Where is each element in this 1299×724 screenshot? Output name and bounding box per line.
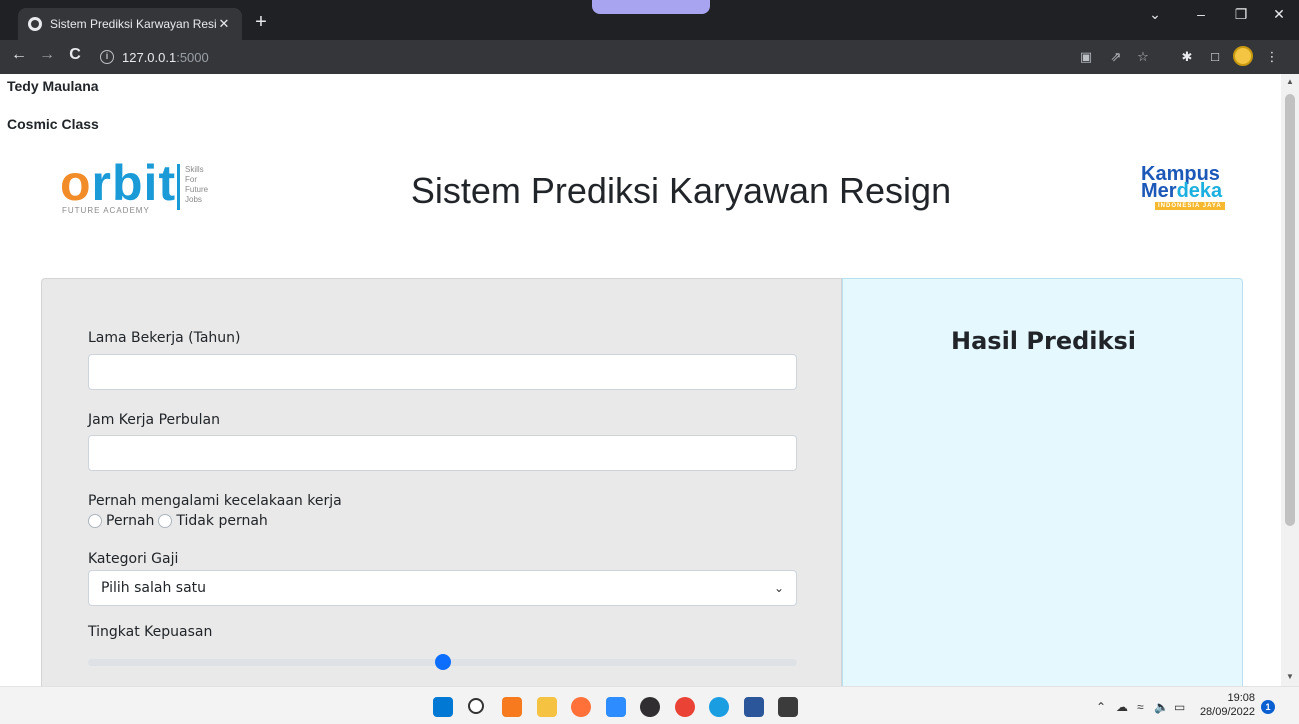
class-name: Cosmic Class	[7, 116, 99, 132]
extensions-icon[interactable]: ✱	[1178, 49, 1196, 65]
scroll-up-icon[interactable]: ▲	[1281, 77, 1299, 86]
cloud-icon[interactable]: ☁	[1116, 700, 1128, 714]
minimize-button[interactable]: –	[1181, 6, 1221, 22]
share-icon[interactable]: ⇗	[1107, 49, 1125, 65]
gaji-selected-value: Pilih salah satu	[101, 580, 207, 596]
windows-taskbar: ⌃ ☁ ≈ 🔈 ▭ 19:08 28/09/2022 1	[0, 686, 1299, 724]
obs-icon[interactable]	[640, 697, 660, 717]
scroll-down-icon[interactable]: ▼	[1281, 672, 1299, 681]
jam-kerja-input[interactable]	[88, 435, 797, 471]
lama-bekerja-label: Lama Bekerja (Tahun)	[88, 330, 241, 346]
radio-tidak-pernah-label[interactable]: Tidak pernah	[176, 513, 267, 529]
menu-kebab-icon[interactable]: ⋮	[1263, 49, 1281, 65]
browser-tab-strip: Sistem Prediksi Karwayan Resign ✕ + ⌄ – …	[0, 0, 1299, 40]
page-title: Sistem Prediksi Karyawan Resign	[410, 170, 952, 211]
new-tab-button[interactable]: +	[250, 12, 272, 34]
kecelakaan-label: Pernah mengalami kecelakaan kerja	[88, 493, 342, 509]
file-explorer-icon[interactable]	[536, 697, 557, 717]
radio-tidak-pernah[interactable]	[158, 514, 173, 528]
kampus-merdeka-logo: Kampus Merdeka INDONESIA JAYA	[1125, 162, 1235, 212]
system-clock[interactable]: 19:08 28/09/2022	[1193, 691, 1255, 719]
url-port: :5000	[176, 49, 209, 65]
clock-date: 28/09/2022	[1199, 706, 1255, 718]
chevron-down-icon: ⌄	[773, 581, 784, 595]
windows-start-icon[interactable]	[433, 697, 453, 717]
gaji-select[interactable]: Pilih salah satu ⌄	[88, 570, 797, 606]
window-close-button[interactable]: ✕	[1259, 6, 1299, 23]
profile-avatar[interactable]	[1233, 46, 1253, 66]
author-name: Tedy Maulana	[7, 78, 99, 94]
forward-icon[interactable]: →	[36, 46, 58, 64]
reload-icon[interactable]: C	[64, 46, 86, 64]
scrollbar-thumb[interactable]	[1285, 94, 1295, 526]
search-icon[interactable]	[467, 698, 484, 714]
site-info-icon[interactable]: i	[100, 50, 114, 64]
browser-toolbar: ← → C i 127.0.0.1:5000 ▣ ⇗ ☆ ✱ □ ⋮	[0, 40, 1299, 74]
close-tab-icon[interactable]: ✕	[216, 16, 232, 32]
notification-badge[interactable]: 1	[1261, 700, 1275, 714]
zoom-icon[interactable]	[605, 697, 626, 717]
slider-thumb[interactable]	[434, 654, 451, 670]
terminal-icon[interactable]	[778, 697, 798, 717]
battery-icon[interactable]: ▭	[1174, 700, 1185, 714]
kecelakaan-radio-group: Pernah Tidak pernah	[88, 513, 272, 529]
radio-pernah-label[interactable]: Pernah	[106, 513, 154, 529]
radio-pernah[interactable]	[88, 514, 102, 528]
kepuasan-label: Tingkat Kepuasan	[88, 624, 213, 640]
browser-tab[interactable]: Sistem Prediksi Karwayan Resign ✕	[18, 8, 242, 40]
top-notch	[592, 0, 710, 14]
restore-button[interactable]: ❐	[1221, 6, 1261, 23]
tab-search-icon[interactable]: ⌄	[1135, 6, 1175, 23]
globe-icon	[28, 17, 42, 31]
word-icon[interactable]	[743, 697, 764, 717]
url-host: 127.0.0.1	[122, 49, 177, 65]
tab-title: Sistem Prediksi Karwayan Resign	[50, 17, 216, 31]
chrome-icon[interactable]	[674, 697, 695, 717]
back-icon[interactable]: ←	[8, 46, 30, 64]
page-scrollbar[interactable]: ▲ ▼	[1281, 74, 1299, 686]
speaker-icon[interactable]: 🔈	[1154, 700, 1169, 714]
result-panel: Hasil Prediksi	[842, 278, 1243, 686]
sublime-text-icon[interactable]	[502, 697, 522, 717]
kepuasan-slider[interactable]	[88, 654, 797, 670]
edge-icon[interactable]	[709, 697, 729, 717]
result-heading: Hasil Prediksi	[951, 327, 1136, 355]
chevron-up-icon[interactable]: ⌃	[1096, 700, 1106, 714]
bookmark-star-icon[interactable]: ☆	[1134, 49, 1152, 65]
firefox-icon[interactable]	[571, 697, 591, 717]
page-viewport: Tedy Maulana Cosmic Class orbit Skills F…	[0, 74, 1281, 686]
translate-icon[interactable]: ▣	[1077, 49, 1095, 65]
lama-bekerja-input[interactable]	[88, 354, 797, 390]
clock-time: 19:08	[1227, 692, 1255, 704]
gaji-label: Kategori Gaji	[88, 551, 179, 567]
side-panel-icon[interactable]: □	[1206, 49, 1224, 64]
jam-kerja-label: Jam Kerja Perbulan	[88, 412, 220, 428]
wifi-icon[interactable]: ≈	[1137, 700, 1144, 714]
prediction-form: Lama Bekerja (Tahun) Jam Kerja Perbulan …	[41, 278, 842, 686]
